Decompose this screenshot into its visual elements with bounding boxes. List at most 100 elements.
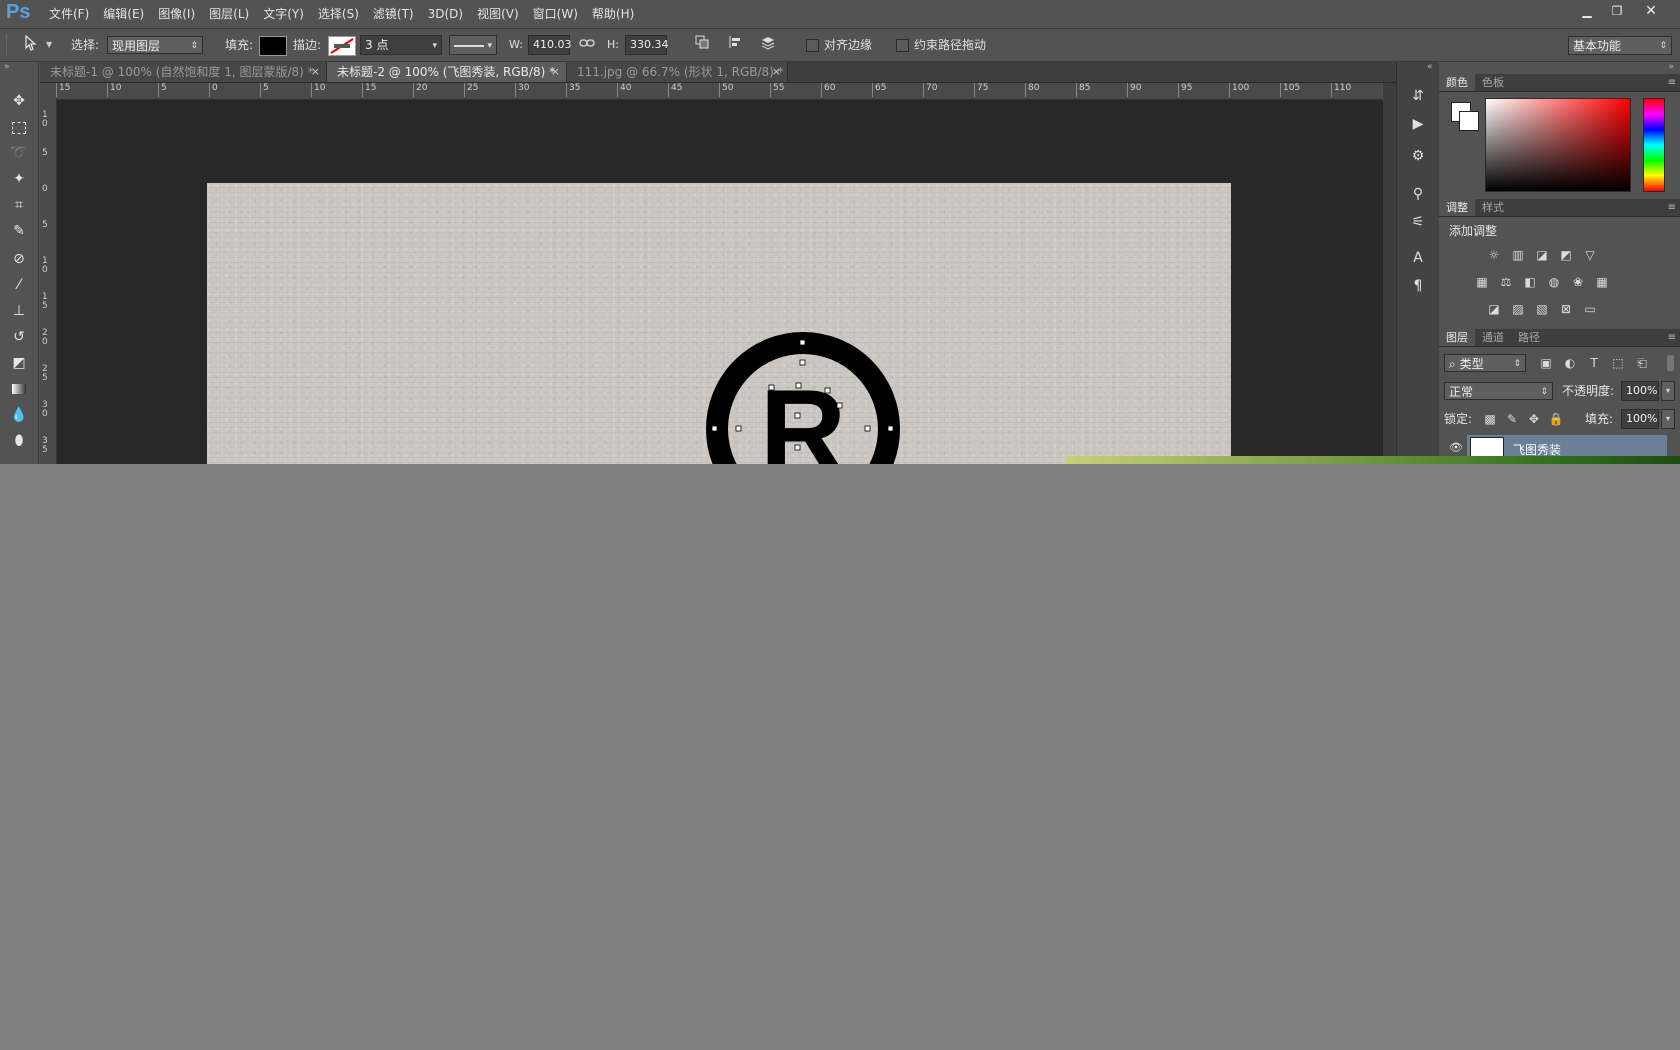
opacity-dropdown-icon[interactable]: ▾ xyxy=(1661,381,1675,401)
collapse-icon[interactable]: » xyxy=(4,62,10,72)
filter-smart-object-icon[interactable]: ⎗ xyxy=(1633,355,1651,371)
restore-button[interactable]: ❐ xyxy=(1602,2,1632,20)
move-tool-icon[interactable]: ✥ xyxy=(6,90,32,112)
menu-3d[interactable]: 3D(D) xyxy=(421,0,470,28)
path-select-tool-icon[interactable] xyxy=(20,34,40,55)
fill-opacity-field[interactable]: 100% xyxy=(1621,409,1659,429)
lasso-tool-icon[interactable]: ➰ xyxy=(6,142,32,164)
brightness-icon[interactable]: ☼ xyxy=(1485,247,1503,263)
menu-filter[interactable]: 滤镜(T) xyxy=(366,0,421,28)
selective-color-icon[interactable]: ⊠ xyxy=(1557,301,1575,317)
doc-tab-1[interactable]: 未标题-1 @ 100% (自然饱和度 1, 图层蒙版/8) * × xyxy=(40,62,327,82)
filter-adjustment-icon[interactable]: ◐ xyxy=(1561,355,1579,371)
link-icon[interactable] xyxy=(577,35,597,55)
invert-icon[interactable]: ◪ xyxy=(1485,301,1503,317)
blend-mode-dropdown[interactable]: 正常 ⇕ xyxy=(1444,382,1553,400)
photo-filter-icon[interactable]: ◍ xyxy=(1545,274,1563,290)
tab-swatches[interactable]: 色板 xyxy=(1475,74,1511,91)
hue-saturation-icon[interactable]: ▦ xyxy=(1473,274,1491,290)
brush-tool-icon[interactable]: ⁄ xyxy=(6,274,32,296)
path-operations-icon[interactable] xyxy=(692,35,712,55)
healing-brush-icon[interactable]: ⊘ xyxy=(6,248,32,270)
align-edges-checkbox[interactable] xyxy=(806,39,819,52)
stroke-swatch[interactable] xyxy=(328,36,356,56)
registered-mark-shape[interactable]: R xyxy=(706,332,907,464)
menu-layer[interactable]: 图层(L) xyxy=(202,0,256,28)
tab-paths[interactable]: 路径 xyxy=(1511,329,1547,346)
lock-position-icon[interactable]: ✥ xyxy=(1525,411,1543,427)
doc-tab-2[interactable]: 未标题-2 @ 100% (飞图秀装, RGB/8) * × xyxy=(327,62,567,82)
hue-slider[interactable] xyxy=(1643,98,1665,192)
tool-preset-chevron-icon[interactable]: ▼ xyxy=(46,29,52,61)
color-balance-icon[interactable]: ⚖ xyxy=(1497,274,1515,290)
canvas-area[interactable]: R xyxy=(57,100,1383,464)
close-tab-icon[interactable]: × xyxy=(551,62,560,82)
height-field[interactable]: 330.34 xyxy=(625,35,669,55)
collapse-icon[interactable]: » xyxy=(1668,62,1674,72)
vibrance-icon[interactable]: ▽ xyxy=(1581,247,1599,263)
exposure-icon[interactable]: ◩ xyxy=(1557,247,1575,263)
collapse-icon[interactable]: « xyxy=(1427,62,1433,72)
doc-tab-3[interactable]: 111.jpg @ 66.7% (形状 1, RGB/8) * × xyxy=(567,62,788,82)
menu-window[interactable]: 窗口(W) xyxy=(526,0,585,28)
gradient-map-icon[interactable]: ▭ xyxy=(1581,301,1599,317)
paragraph-icon[interactable]: ¶ xyxy=(1408,276,1428,296)
menu-file[interactable]: 文件(F) xyxy=(42,0,96,28)
menu-image[interactable]: 图像(I) xyxy=(151,0,202,28)
filter-toggle[interactable] xyxy=(1667,355,1674,371)
eraser-tool-icon[interactable]: ◩ xyxy=(6,352,32,374)
vertical-ruler[interactable]: 1 0 5 0 5 1 0 1 5 2 0 2 5 3 0 3 5 xyxy=(40,99,57,464)
close-tab-icon[interactable]: × xyxy=(311,62,320,82)
eyedropper-icon[interactable]: ✎ xyxy=(6,220,32,242)
path-alignment-icon[interactable] xyxy=(725,35,745,55)
brush-settings-icon[interactable]: ⚟ xyxy=(1408,212,1428,232)
tab-layers[interactable]: 图层 xyxy=(1439,329,1475,346)
horizontal-ruler[interactable]: 15 10 5 0 5 10 15 20 25 30 35 40 45 50 5… xyxy=(56,83,1382,100)
width-field[interactable]: 410.03 xyxy=(528,35,572,55)
gradient-tool-icon[interactable] xyxy=(6,378,32,400)
fill-swatch[interactable] xyxy=(259,36,287,56)
color-spectrum[interactable] xyxy=(1485,98,1631,192)
filter-pixel-icon[interactable]: ▣ xyxy=(1537,355,1555,371)
background-color[interactable] xyxy=(1459,111,1479,131)
select-dropdown[interactable]: 现用图层 ⇕ xyxy=(107,36,203,54)
brush-presets-icon[interactable]: ⚲ xyxy=(1408,184,1428,204)
close-button[interactable]: ✕ xyxy=(1636,2,1666,20)
crop-tool-icon[interactable]: ⌗ xyxy=(6,194,32,216)
visibility-eye-icon[interactable]: 👁 xyxy=(1449,441,1463,454)
layer-filter-dropdown[interactable]: ⌕ 类型 ⇕ xyxy=(1444,354,1526,372)
filter-type-icon[interactable]: T xyxy=(1585,355,1603,371)
character-icon[interactable]: A xyxy=(1408,248,1428,268)
vertical-scrollbar[interactable] xyxy=(1383,83,1396,464)
panel-menu-icon[interactable]: ≡ xyxy=(1668,329,1676,346)
tab-color[interactable]: 颜色 xyxy=(1439,74,1475,91)
levels-icon[interactable]: ▥ xyxy=(1509,247,1527,263)
fill-dropdown-icon[interactable]: ▾ xyxy=(1661,409,1675,429)
tab-styles[interactable]: 样式 xyxy=(1475,199,1511,216)
lock-image-icon[interactable]: ✎ xyxy=(1503,411,1521,427)
close-tab-icon[interactable]: × xyxy=(772,62,781,82)
menu-edit[interactable]: 编辑(E) xyxy=(96,0,151,28)
menu-select[interactable]: 选择(S) xyxy=(311,0,366,28)
history-brush-icon[interactable]: ↺ xyxy=(6,326,32,348)
channel-mixer-icon[interactable]: ❀ xyxy=(1569,274,1587,290)
panel-menu-icon[interactable]: ≡ xyxy=(1668,199,1676,216)
stroke-type-dropdown[interactable]: ▾ xyxy=(449,35,497,55)
minimize-button[interactable]: ▁ xyxy=(1572,2,1602,20)
marquee-tool-icon[interactable] xyxy=(6,116,32,138)
menu-view[interactable]: 视图(V) xyxy=(470,0,526,28)
blur-tool-icon[interactable]: 💧 xyxy=(6,404,32,426)
black-white-icon[interactable]: ◧ xyxy=(1521,274,1539,290)
tab-channels[interactable]: 通道 xyxy=(1475,329,1511,346)
lock-all-icon[interactable]: 🔒 xyxy=(1547,411,1565,427)
curves-icon[interactable]: ◪ xyxy=(1533,247,1551,263)
path-arrangement-icon[interactable] xyxy=(758,35,778,55)
menu-help[interactable]: 帮助(H) xyxy=(585,0,641,28)
magic-wand-icon[interactable]: ✦ xyxy=(6,168,32,190)
tab-adjustments[interactable]: 调整 xyxy=(1439,199,1475,216)
workspace-dropdown[interactable]: 基本功能 ⇕ xyxy=(1568,36,1672,55)
dodge-tool-icon[interactable]: ⬮ xyxy=(6,430,32,452)
actions-play-icon[interactable]: ▶ xyxy=(1408,114,1428,134)
history-icon[interactable]: ⇵ xyxy=(1408,86,1428,106)
posterize-icon[interactable]: ▨ xyxy=(1509,301,1527,317)
